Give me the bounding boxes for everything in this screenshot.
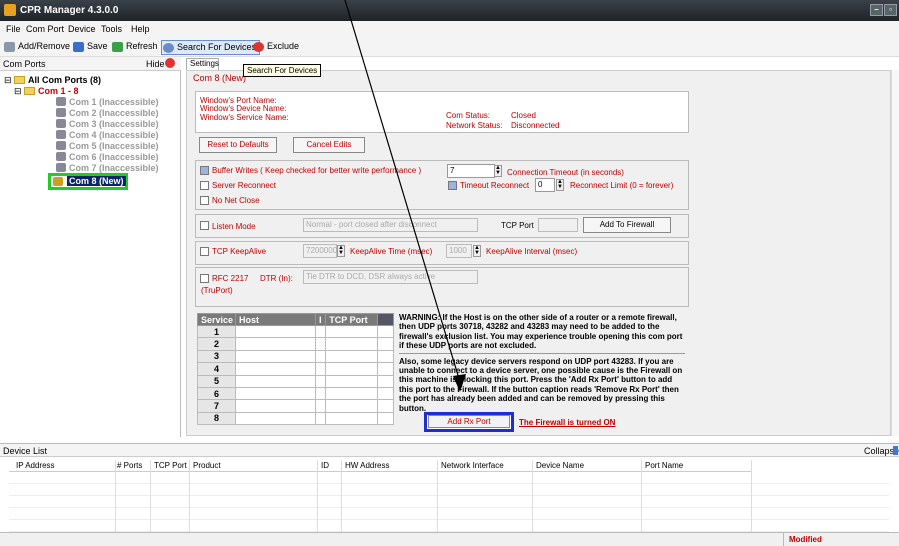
column-divider [751,460,752,532]
column-divider [437,460,438,532]
modified-status: Modified [789,535,822,544]
device-row[interactable] [9,496,889,508]
col-network-interface[interactable]: Network Interface [441,461,504,470]
device-list-columns: IP Address # Ports TCP Port Product ID H… [9,460,751,472]
col-id[interactable]: ID [321,461,329,470]
device-row[interactable] [9,484,889,496]
col-product[interactable]: Product [193,461,221,470]
col-ip-address[interactable]: IP Address [16,461,55,470]
device-row[interactable] [9,520,889,532]
col-port-name[interactable]: Port Name [645,461,683,470]
column-divider [317,460,318,532]
device-row[interactable] [9,472,889,484]
column-divider [115,460,116,532]
column-divider [532,460,533,532]
column-divider [641,460,642,532]
status-bar [0,532,899,546]
column-divider [189,460,190,532]
col-device-name[interactable]: Device Name [536,461,584,470]
device-list-title: Device List [3,446,48,456]
col-hw-address[interactable]: HW Address [345,461,389,470]
device-list-header: Device List Collapse [0,443,899,457]
status-divider [783,533,784,546]
col-tcp-port[interactable]: TCP Port [154,461,187,470]
col-ports[interactable]: # Ports [117,461,142,470]
column-divider [150,460,151,532]
tooltip: Search For Devices [243,64,322,77]
column-divider [341,460,342,532]
collapse-icon[interactable] [893,446,898,455]
device-row[interactable] [9,508,889,520]
